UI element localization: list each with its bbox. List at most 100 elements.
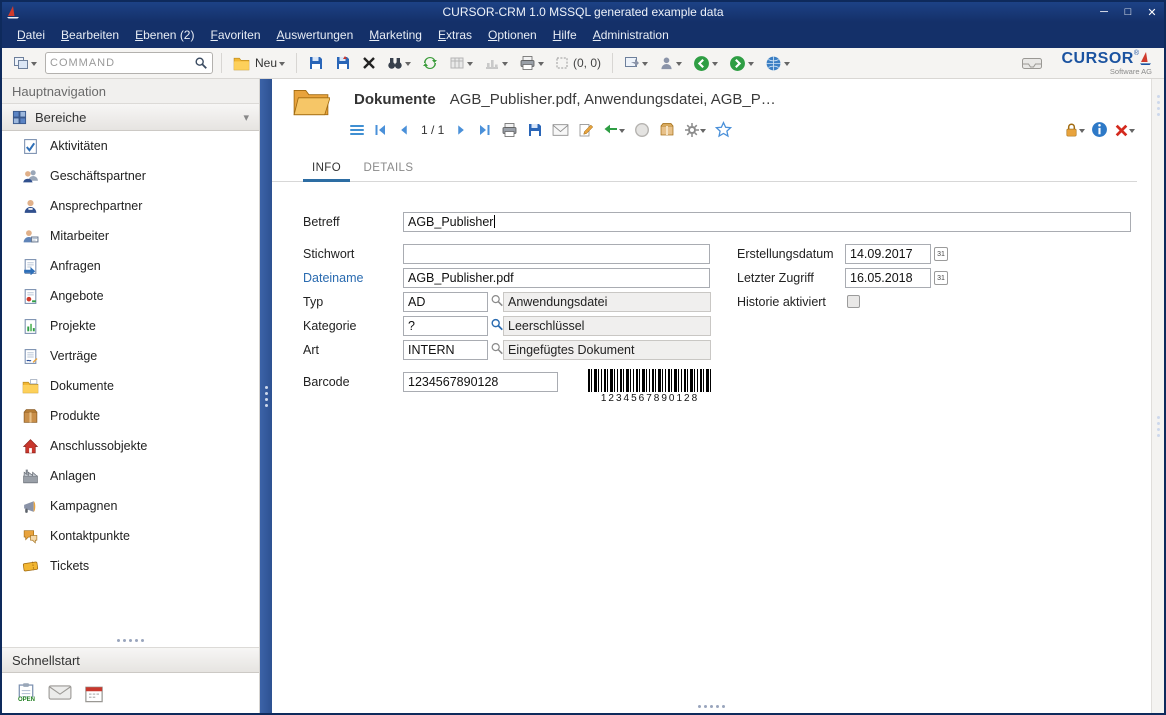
record-mail-button[interactable] [552,121,569,139]
minimize-button[interactable]: ─ [1092,4,1116,20]
nav-prev-button[interactable] [397,121,410,139]
record-favorite-button[interactable] [715,121,732,139]
chevron-down-icon [619,129,625,136]
print-button[interactable] [516,53,547,73]
sidebar-item-vertraege[interactable]: Verträge [2,341,259,371]
stichwort-label: Stichwort [303,244,399,264]
sidebar-item-mitarbeiter[interactable]: Mitarbeiter [2,221,259,251]
export-table-button[interactable] [446,53,476,73]
barcode-input[interactable]: 1234567890128 [403,372,558,392]
web-button[interactable] [762,53,793,74]
record-import-button[interactable] [603,122,625,138]
nav-next-button[interactable] [455,121,468,139]
sidebar-item-angebote[interactable]: Angebote [2,281,259,311]
menu-datei[interactable]: Datei [10,24,52,46]
sidebar-item-dokumente[interactable]: Dokumente [2,371,259,401]
chevron-down-icon [748,62,754,69]
save-all-button[interactable] [332,53,354,73]
art-text-field: Eingefügtes Dokument [503,340,711,360]
sidebar-item-produkte[interactable]: Produkte [2,401,259,431]
refresh-button[interactable] [419,53,441,73]
tab-info[interactable]: INFO [303,155,350,182]
sidebar-item-tickets[interactable]: Tickets [2,551,259,581]
menu-optionen[interactable]: Optionen [481,24,544,46]
stichwort-input[interactable] [403,244,710,264]
typ-lookup-button[interactable] [490,292,504,308]
forward-button[interactable] [726,53,757,74]
sidebar-item-anlagen[interactable]: Anlagen [2,461,259,491]
tab-details[interactable]: DETAILS [355,155,423,179]
kategorie-code-input[interactable]: ? [403,316,488,336]
neu-button[interactable]: Neu [230,54,288,73]
sidebar-section-schnellstart[interactable]: Schnellstart [2,647,259,673]
menu-extras[interactable]: Extras [431,24,479,46]
horizontal-scroll-handle[interactable] [272,705,1151,708]
record-settings-button[interactable] [684,122,706,138]
historie-checkbox[interactable] [847,295,860,308]
record-menu-button[interactable] [350,125,364,135]
record-info-button[interactable] [1091,121,1108,139]
command-input[interactable]: COMMAND [45,52,213,74]
sidebar-item-label: Verträge [50,349,97,363]
kategorie-lookup-button[interactable] [490,316,504,332]
menu-marketing[interactable]: Marketing [362,24,429,46]
menu-favoriten[interactable]: Favoriten [203,24,267,46]
quickstart-open-button[interactable]: OPEN [16,682,36,704]
record-lock-button[interactable] [1064,122,1085,138]
send-record-button[interactable] [621,53,651,73]
nav-last-button[interactable] [477,121,492,139]
toolbar-separator [221,53,222,73]
contact-points-icon [22,528,39,545]
menu-auswertungen[interactable]: Auswertungen [270,24,361,46]
window-layout-button[interactable] [10,53,40,73]
typ-code-input[interactable]: AD [403,292,488,312]
menu-bearbeiten[interactable]: Bearbeiten [54,24,126,46]
erstellungsdatum-label: Erstellungsdatum [737,244,843,264]
record-save-button[interactable] [527,121,543,139]
search-records-button[interactable] [384,53,414,73]
art-code-input[interactable]: INTERN [403,340,488,360]
calendar-picker-icon[interactable]: 31 [934,247,948,261]
sidebar-item-anschlussobjekte[interactable]: Anschlussobjekte [2,431,259,461]
maximize-button[interactable]: □ [1116,4,1140,20]
menu-hilfe[interactable]: Hilfe [546,24,584,46]
sidebar-item-kontaktpunkte[interactable]: Kontaktpunkte [2,521,259,551]
menu-ebenen[interactable]: Ebenen (2) [128,24,201,46]
sidebar-item-label: Produkte [50,409,100,423]
record-print-button[interactable] [501,121,518,139]
record-close-button[interactable] [1114,123,1135,138]
sidebar-item-anfragen[interactable]: Anfragen [2,251,259,281]
calendar-picker-icon[interactable]: 31 [934,271,948,285]
close-button[interactable]: ✕ [1140,4,1164,20]
sidebar-splitter[interactable] [260,79,272,713]
dateiname-input[interactable]: AGB_Publisher.pdf [403,268,710,288]
menu-administration[interactable]: Administration [586,24,676,46]
dateiname-label[interactable]: Dateiname [303,268,399,288]
letzter-zugriff-input[interactable]: 16.05.2018 [845,268,931,288]
betreff-label: Betreff [303,212,399,232]
save-button[interactable] [305,53,327,73]
quickstart-calendar-button[interactable] [84,684,104,703]
sidebar-section-bereiche[interactable]: Bereiche ▾ [2,103,259,131]
quickstart-mail-button[interactable] [48,684,72,702]
back-button[interactable] [690,53,721,74]
record-package-button[interactable] [659,121,675,139]
chart-button[interactable] [481,53,511,73]
inbox-button[interactable] [1018,53,1046,73]
erstellungsdatum-input[interactable]: 14.09.2017 [845,244,931,264]
delete-button[interactable] [359,54,379,72]
sidebar-item-ansprechpartner[interactable]: Ansprechpartner [2,191,259,221]
user-button[interactable] [656,54,685,73]
sidebar-item-kampagnen[interactable]: Kampagnen [2,491,259,521]
vertical-scrollbar[interactable] [1151,79,1164,713]
sidebar-item-projekte[interactable]: Projekte [2,311,259,341]
sidebar-drag-handle[interactable] [2,634,259,647]
sidebar-item-aktivitaeten[interactable]: Aktivitäten [2,131,259,161]
betreff-input[interactable]: AGB_Publisher [403,212,1131,232]
sidebar-item-label: Tickets [50,559,89,573]
nav-first-button[interactable] [373,121,388,139]
sidebar-item-geschaeftspartner[interactable]: Geschäftspartner [2,161,259,191]
record-edit-button[interactable] [578,121,594,139]
art-lookup-button[interactable] [490,340,504,356]
record-entity: Dokumente [354,91,436,108]
